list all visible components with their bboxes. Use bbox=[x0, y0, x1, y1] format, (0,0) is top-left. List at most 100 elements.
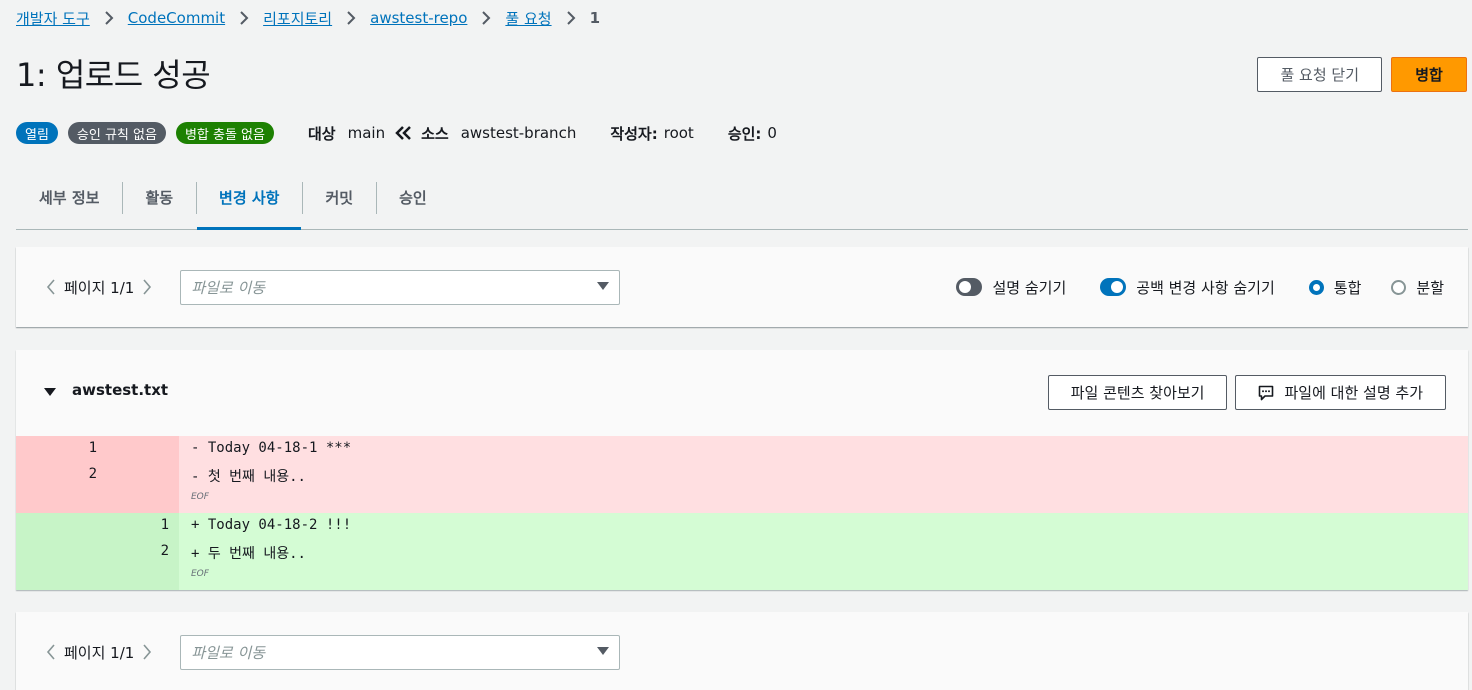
file-actions: 파일 콘텐츠 찾아보기 파일에 대한 설명 추가 bbox=[1047, 375, 1446, 410]
status-badge-merge-conflicts: 병합 충돌 없음 bbox=[175, 122, 274, 144]
chevron-left-icon[interactable] bbox=[46, 644, 56, 660]
new-line-number bbox=[108, 462, 179, 488]
radio-unchecked[interactable] bbox=[1391, 279, 1407, 295]
page-indicator: 페이지 1/1 bbox=[64, 278, 135, 297]
tab-details[interactable]: 세부 정보 bbox=[16, 178, 122, 216]
go-to-file-select[interactable]: 파일로 이동 bbox=[180, 634, 621, 670]
chevron-right-icon bbox=[239, 11, 249, 25]
diff-line-added: 2 + 두 번째 내용.. bbox=[16, 539, 1468, 565]
target-label: 대상 bbox=[307, 124, 336, 143]
unified-label: 통합 bbox=[1333, 278, 1362, 297]
go-to-file-select[interactable]: 파일로 이동 bbox=[180, 269, 621, 305]
status-row: 열림 승인 규칙 없음 병합 충돌 없음 대상 main 소스 awstest-… bbox=[16, 122, 777, 144]
approvals: 승인: 0 bbox=[728, 123, 777, 144]
changes-toolbar: 페이지 1/1 파일로 이동 설명 숨기기 공백 변경 사항 숨기기 통합 분할 bbox=[16, 247, 1468, 327]
split-label: 분할 bbox=[1416, 278, 1444, 297]
tab-changes[interactable]: 변경 사항 bbox=[196, 178, 302, 230]
unified-view-radio[interactable]: 통합 bbox=[1308, 277, 1362, 298]
close-pull-request-button[interactable]: 풀 요청 닫기 bbox=[1257, 57, 1382, 92]
merge-button[interactable]: 병합 bbox=[1391, 57, 1467, 92]
old-line-number bbox=[16, 513, 108, 539]
toggle-switch-off[interactable] bbox=[956, 278, 983, 296]
tab-activity[interactable]: 활동 bbox=[122, 178, 196, 216]
new-line-number bbox=[108, 488, 179, 513]
caret-down-icon bbox=[597, 280, 610, 294]
page-title: 1: 업로드 성공 bbox=[16, 56, 211, 94]
pagination: 페이지 1/1 bbox=[46, 642, 152, 663]
diff-line-text: + Today 04-18-2 !!! bbox=[179, 513, 1468, 539]
radio-checked[interactable] bbox=[1308, 279, 1324, 295]
source-value: awstest-branch bbox=[460, 124, 577, 142]
view-options: 설명 숨기기 공백 변경 사항 숨기기 통합 분할 bbox=[922, 247, 1444, 327]
author: 작성자: root bbox=[610, 123, 693, 144]
new-line-number bbox=[108, 436, 179, 462]
chevron-right-icon bbox=[481, 11, 491, 25]
new-line-number: 2 bbox=[108, 539, 179, 565]
author-value: root bbox=[663, 124, 694, 142]
go-to-file-placeholder: 파일로 이동 bbox=[191, 643, 266, 662]
eof-marker: EOF bbox=[179, 565, 1468, 590]
approval-label: 승인: bbox=[727, 124, 762, 143]
target-branch: 대상 main 소스 awstest-branch bbox=[308, 123, 576, 144]
new-line-number: 1 bbox=[108, 513, 179, 539]
file-header: awstest.txt 파일 콘텐츠 찾아보기 파일에 대한 설명 추가 bbox=[16, 350, 1468, 436]
hide-whitespace-label: 공백 변경 사항 숨기기 bbox=[1136, 278, 1275, 297]
diff-line-text: - Today 04-18-1 *** bbox=[179, 436, 1468, 462]
diff-eof-deleted: EOF bbox=[16, 488, 1468, 513]
diff-eof-added: EOF bbox=[16, 565, 1468, 590]
target-value: main bbox=[347, 124, 386, 142]
browse-file-contents-button[interactable]: 파일 콘텐츠 찾아보기 bbox=[1047, 375, 1228, 410]
go-to-file-placeholder: 파일로 이동 bbox=[191, 278, 266, 297]
old-line-number bbox=[16, 539, 108, 565]
add-file-comment-label: 파일에 대한 설명 추가 bbox=[1284, 384, 1423, 402]
breadcrumb: 개발자 도구 CodeCommit 리포지토리 awstest-repo 풀 요… bbox=[16, 8, 600, 28]
breadcrumb-current: 1 bbox=[589, 9, 600, 27]
double-chevron-left-icon bbox=[395, 125, 413, 141]
author-label: 작성자: bbox=[610, 124, 658, 143]
approval-value: 0 bbox=[767, 124, 777, 142]
page-indicator: 페이지 1/1 bbox=[64, 643, 135, 662]
source-label: 소스 bbox=[421, 124, 449, 143]
caret-down-icon bbox=[597, 645, 610, 659]
diff-line-added: 1 + Today 04-18-2 !!! bbox=[16, 513, 1468, 539]
hide-whitespace-toggle[interactable]: 공백 변경 사항 숨기기 bbox=[1100, 277, 1275, 298]
chevron-right-icon[interactable] bbox=[142, 279, 152, 295]
chevron-right-icon[interactable] bbox=[142, 644, 152, 660]
status-badge-approval-rules: 승인 규칙 없음 bbox=[67, 122, 166, 144]
chevron-left-icon[interactable] bbox=[46, 279, 56, 295]
old-line-number: 1 bbox=[16, 436, 108, 462]
comment-icon bbox=[1258, 385, 1274, 401]
breadcrumb-pull-requests[interactable]: 풀 요청 bbox=[505, 8, 551, 29]
add-file-comment-button[interactable]: 파일에 대한 설명 추가 bbox=[1235, 375, 1446, 410]
diff-line-deleted: 1 - Today 04-18-1 *** bbox=[16, 436, 1468, 462]
file-diff-panel: awstest.txt 파일 콘텐츠 찾아보기 파일에 대한 설명 추가 1 -… bbox=[16, 350, 1468, 590]
toggle-switch-on[interactable] bbox=[1100, 278, 1127, 296]
diff-line-text: + 두 번째 내용.. bbox=[179, 539, 1468, 565]
diff-line-deleted: 2 - 첫 번째 내용.. bbox=[16, 462, 1468, 488]
file-name: awstest.txt bbox=[72, 381, 169, 399]
tab-bar: 세부 정보 활동 변경 사항 커밋 승인 bbox=[16, 178, 1468, 230]
hide-comments-toggle[interactable]: 설명 숨기기 bbox=[956, 277, 1066, 298]
eof-marker: EOF bbox=[179, 488, 1468, 513]
old-line-number bbox=[16, 565, 108, 590]
diff-view: 1 - Today 04-18-1 *** 2 - 첫 번째 내용.. EOF … bbox=[16, 436, 1468, 590]
header-actions: 풀 요청 닫기 병합 bbox=[1257, 57, 1467, 92]
diff-line-text: - 첫 번째 내용.. bbox=[179, 462, 1468, 488]
chevron-right-icon bbox=[346, 11, 356, 25]
pagination: 페이지 1/1 bbox=[46, 277, 152, 298]
breadcrumb-codecommit[interactable]: CodeCommit bbox=[128, 9, 225, 27]
old-line-number bbox=[16, 488, 108, 513]
tab-commits[interactable]: 커밋 bbox=[302, 178, 376, 216]
hide-comments-label: 설명 숨기기 bbox=[992, 278, 1067, 297]
new-line-number bbox=[108, 565, 179, 590]
breadcrumb-developer-tools[interactable]: 개발자 도구 bbox=[16, 8, 90, 29]
breadcrumb-repositories[interactable]: 리포지토리 bbox=[263, 8, 332, 29]
changes-toolbar-bottom: 페이지 1/1 파일로 이동 bbox=[16, 612, 1468, 690]
old-line-number: 2 bbox=[16, 462, 108, 488]
tab-approvals[interactable]: 승인 bbox=[376, 178, 450, 216]
chevron-right-icon bbox=[566, 11, 576, 25]
caret-down-icon[interactable] bbox=[44, 386, 56, 400]
split-view-radio[interactable]: 분할 bbox=[1391, 277, 1444, 298]
status-badge-open: 열림 bbox=[16, 122, 58, 144]
breadcrumb-repo[interactable]: awstest-repo bbox=[370, 9, 467, 27]
